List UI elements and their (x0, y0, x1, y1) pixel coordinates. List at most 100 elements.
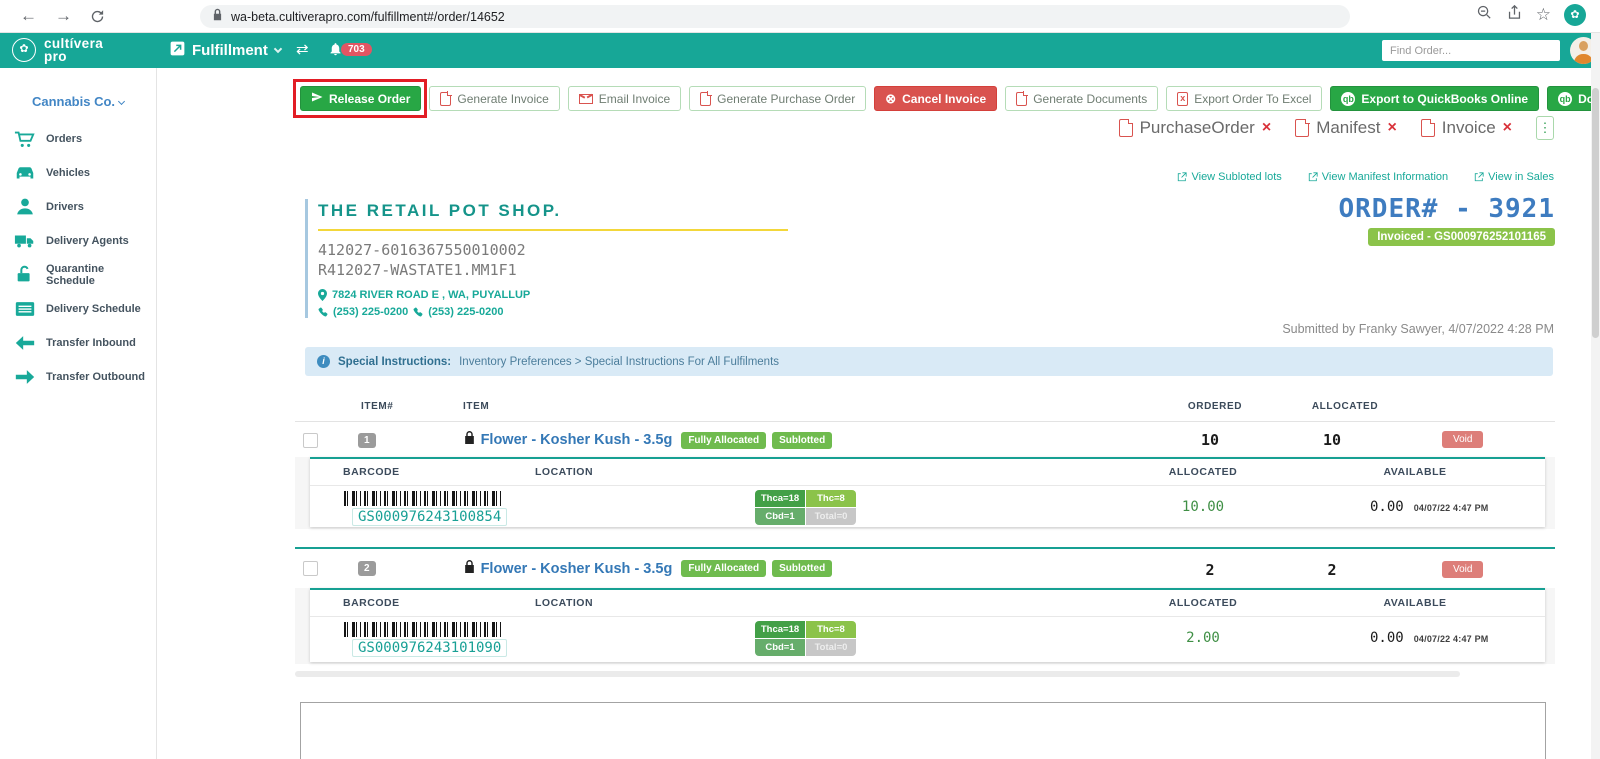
license-code: R412027-WASTATE1.MM1F1 (318, 260, 517, 279)
bookmark-star-icon[interactable]: ☆ (1536, 4, 1551, 26)
potency-badges: Thca=18 Thc=8 Cbd=1 Total=0 (755, 490, 856, 525)
browser-refresh-icon[interactable] (90, 8, 105, 30)
sidebar-item-transfer-inbound[interactable]: Transfer Inbound (0, 326, 156, 360)
scrollbar-thumb[interactable] (1592, 88, 1599, 338)
item-row-2: 2 Flower - Kosher Kush - 3.5g Fully Allo… (295, 547, 1555, 588)
allocated-qty: 2 (1327, 561, 1337, 579)
generate-purchase-order-button[interactable]: Generate Purchase Order (689, 86, 867, 111)
item-name-link[interactable]: Flower - Kosher Kush - 3.5g (481, 561, 673, 577)
total-badge: Total=0 (806, 508, 856, 525)
void-button[interactable]: Void (1442, 561, 1484, 578)
more-options-button[interactable]: ⋮ (1536, 116, 1554, 140)
sidebar-item-delivery-agents[interactable]: Delivery Agents (0, 224, 156, 258)
total-badge: Total=0 (806, 639, 856, 656)
browser-profile-avatar[interactable]: ✿ (1564, 4, 1586, 26)
page-scrollbar (1591, 33, 1600, 759)
barcode-image (344, 491, 504, 506)
cancel-invoice-button[interactable]: ⊗ Cancel Invoice (874, 86, 998, 111)
license-number: 412027-6016367550010002 (318, 241, 526, 259)
nav-fulfillment-menu[interactable]: Fulfillment (170, 33, 283, 68)
sublotted-badge: Sublotted (772, 431, 833, 449)
email-invoice-button[interactable]: Email Invoice (567, 86, 682, 111)
divider (318, 229, 788, 231)
items-table-header: ITEM# ITEM ORDERED ALLOCATED (295, 394, 1555, 422)
order-number: ORDER# - 3921 (1338, 194, 1555, 224)
col-item: ITEM (463, 401, 490, 412)
thc-badge: Thc=8 (806, 621, 856, 638)
browser-back-icon[interactable]: ← (20, 5, 37, 27)
export-order-to-excel-button[interactable]: x Export Order To Excel (1166, 86, 1323, 111)
export-quickbooks-online-button[interactable]: qb Export to QuickBooks Online (1330, 86, 1540, 111)
share-icon[interactable] (1506, 4, 1523, 26)
pdf-icon (1295, 118, 1310, 137)
zoom-out-icon[interactable] (1476, 4, 1493, 26)
sidebar-item-delivery-schedule[interactable]: Delivery Schedule (0, 292, 156, 326)
item-row-1: 1 Flower - Kosher Kush - 3.5g Fully Allo… (295, 423, 1555, 457)
sidebar-item-quarantine-schedule[interactable]: Quarantine Schedule (0, 258, 156, 292)
barcode-image (344, 622, 504, 637)
barcode-link[interactable]: GS000976243101090 (352, 639, 508, 657)
invoice-pdf-link[interactable]: Invoice × (1420, 118, 1512, 138)
delete-manifest-icon[interactable]: × (1387, 120, 1396, 136)
thca-badge: Thca=18 (755, 621, 805, 638)
release-order-button[interactable]: Release Order (300, 86, 422, 111)
arrow-left-icon (15, 336, 35, 350)
view-in-sales-link[interactable]: View in Sales (1474, 171, 1554, 183)
customer-phone: (253) 225-0200 (333, 306, 409, 318)
item-number-badge: 1 (358, 432, 376, 448)
chevron-down-icon (117, 97, 126, 106)
barcode-link[interactable]: GS000976243100854 (352, 508, 508, 526)
purchase-order-pdf-link[interactable]: PurchaseOrder × (1118, 118, 1271, 138)
lock-icon (464, 431, 475, 449)
notification-count-badge[interactable]: 703 (341, 43, 372, 56)
sublot-allocated-value: 10.00 (1181, 499, 1225, 515)
sidebar-item-transfer-outbound[interactable]: Transfer Outbound (0, 360, 156, 394)
col-available: AVAILABLE (1383, 597, 1447, 609)
item-name-link[interactable]: Flower - Kosher Kush - 3.5g (481, 432, 673, 448)
generated-documents-row: PurchaseOrder × Manifest × Invoice × ⋮ (1118, 116, 1554, 140)
order-notes-textarea[interactable] (300, 702, 1546, 759)
quick-links-row: View Subloted lots View Manifest Informa… (1177, 171, 1554, 183)
sublotted-badge: Sublotted (772, 560, 833, 577)
view-manifest-information-link[interactable]: View Manifest Information (1308, 171, 1448, 183)
delete-invoice-icon[interactable]: × (1503, 120, 1512, 136)
chevron-down-icon (273, 44, 283, 54)
potency-badges: Thca=18 Thc=8 Cbd=1 Total=0 (755, 621, 856, 656)
pdf-icon (700, 91, 712, 106)
col-barcode: BARCODE (343, 597, 400, 609)
manifest-pdf-link[interactable]: Manifest × (1295, 118, 1397, 138)
url-bar[interactable]: wa-beta.cultiverapro.com/fulfillment#/or… (200, 5, 1350, 28)
item-checkbox[interactable] (303, 432, 318, 448)
generate-documents-button[interactable]: Generate Documents (1005, 86, 1159, 111)
available-value: 0.00 (1370, 630, 1404, 646)
available-timestamp: 04/07/22 4:47 PM (1413, 503, 1489, 513)
find-order-input[interactable] (1382, 40, 1560, 61)
company-selector[interactable]: Cannabis Co. (0, 94, 156, 109)
customer-block: THE RETAIL POT SHOP. 412027-601636755001… (305, 199, 805, 318)
customer-phone-2: (253) 225-0200 (428, 306, 504, 318)
car-icon (16, 167, 34, 179)
item-checkbox[interactable] (303, 561, 318, 576)
col-sub-allocated: ALLOCATED (1168, 597, 1238, 609)
view-subloted-lots-link[interactable]: View Subloted lots (1177, 171, 1282, 183)
excel-icon: x (1177, 91, 1189, 106)
fully-allocated-badge: Fully Allocated (681, 431, 767, 449)
person-icon (17, 198, 33, 215)
divider (295, 671, 1460, 677)
sidebar-item-drivers[interactable]: Drivers (0, 190, 156, 224)
item-number-badge: 2 (358, 561, 376, 576)
sidebar-item-vehicles[interactable]: Vehicles (0, 156, 156, 190)
delete-purchase-order-icon[interactable]: × (1262, 120, 1271, 136)
special-instructions-label: Special Instructions: (338, 355, 452, 368)
external-link-icon (1308, 172, 1318, 182)
pdf-icon (440, 91, 452, 106)
cultivera-logo-icon: ✿ (12, 38, 36, 62)
sidebar-item-orders[interactable]: Orders (0, 122, 156, 156)
available-timestamp: 04/07/22 4:47 PM (1413, 634, 1489, 644)
transfer-swap-icon[interactable]: ⇄ (296, 40, 309, 58)
browser-forward-icon[interactable]: → (55, 5, 72, 27)
void-button[interactable]: Void (1442, 431, 1484, 448)
generate-invoice-button[interactable]: Generate Invoice (429, 86, 560, 111)
sublot-table-2: BARCODE LOCATION ALLOCATED AVAILABLE GS0… (310, 588, 1545, 662)
invoiced-status-badge: Invoiced - GS000976252101165 (1368, 228, 1555, 246)
